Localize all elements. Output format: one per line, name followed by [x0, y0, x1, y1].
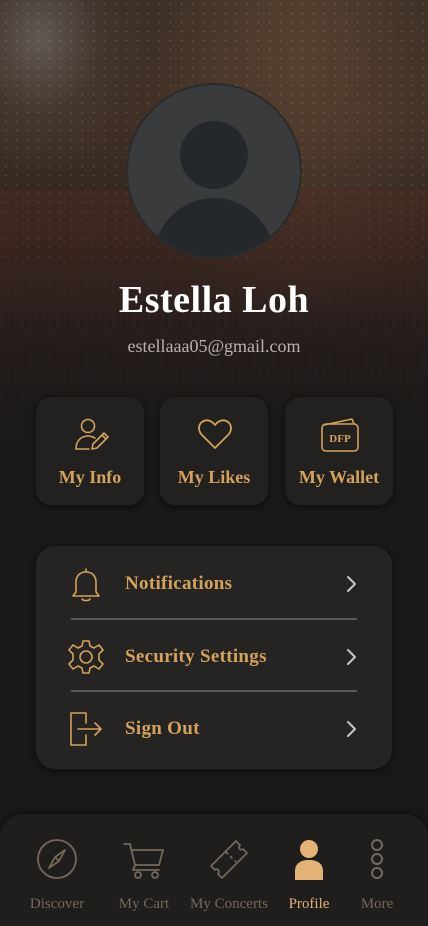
cart-icon	[123, 838, 165, 885]
notifications-label: Notifications	[125, 573, 233, 594]
tab-discover-label: Discover	[29, 896, 85, 912]
menu-divider	[71, 618, 357, 620]
sign-out-row[interactable]: Sign Out	[36, 693, 394, 765]
tab-my-concerts-label: My Concerts	[190, 896, 268, 912]
menu-divider	[71, 690, 357, 692]
bell-icon	[68, 566, 104, 602]
tab-more[interactable]: More	[348, 814, 406, 926]
sign-out-label: Sign Out	[125, 718, 200, 739]
wallet-icon-text: DFP	[329, 433, 351, 445]
profile-name: Estella Loh	[118, 279, 310, 321]
person-icon	[288, 838, 330, 885]
tab-more-label: More	[360, 896, 394, 912]
my-wallet-button[interactable]: DFP My Wallet	[284, 396, 394, 506]
avatar-body	[154, 198, 274, 257]
tab-my-cart-label: My Cart	[118, 896, 170, 912]
tab-profile[interactable]: Profile	[278, 814, 340, 926]
wallet-icon: DFP	[320, 415, 360, 455]
security-settings-row[interactable]: Security Settings	[36, 621, 394, 693]
my-wallet-label: My Wallet	[298, 467, 380, 487]
heart-icon	[195, 415, 235, 455]
chevron-right-icon	[344, 648, 358, 666]
tab-profile-label: Profile	[288, 896, 330, 912]
chevron-right-icon	[344, 575, 358, 593]
avatar-head	[180, 121, 248, 189]
avatar[interactable]	[126, 83, 302, 259]
gear-icon	[68, 639, 104, 675]
my-info-label: My Info	[58, 467, 122, 487]
user-edit-icon	[71, 415, 111, 455]
sign-out-icon	[68, 711, 104, 747]
notifications-row[interactable]: Notifications	[36, 548, 394, 620]
tab-discover[interactable]: Discover	[18, 814, 96, 926]
ticket-icon	[208, 838, 250, 885]
compass-icon	[36, 838, 78, 885]
profile-email: estellaaa05@gmail.com	[127, 336, 301, 356]
tab-my-concerts[interactable]: My Concerts	[184, 814, 274, 926]
security-settings-label: Security Settings	[125, 646, 267, 667]
my-likes-button[interactable]: My Likes	[159, 396, 269, 506]
my-info-button[interactable]: My Info	[35, 396, 145, 506]
bottom-tab-bar: Discover My Cart My Concerts Profile Mor…	[0, 814, 428, 926]
my-likes-label: My Likes	[177, 467, 251, 487]
tab-my-cart[interactable]: My Cart	[108, 814, 180, 926]
more-icon	[367, 838, 387, 885]
settings-menu: Notifications Security Settings Sign Out	[35, 545, 393, 770]
chevron-right-icon	[344, 720, 358, 738]
